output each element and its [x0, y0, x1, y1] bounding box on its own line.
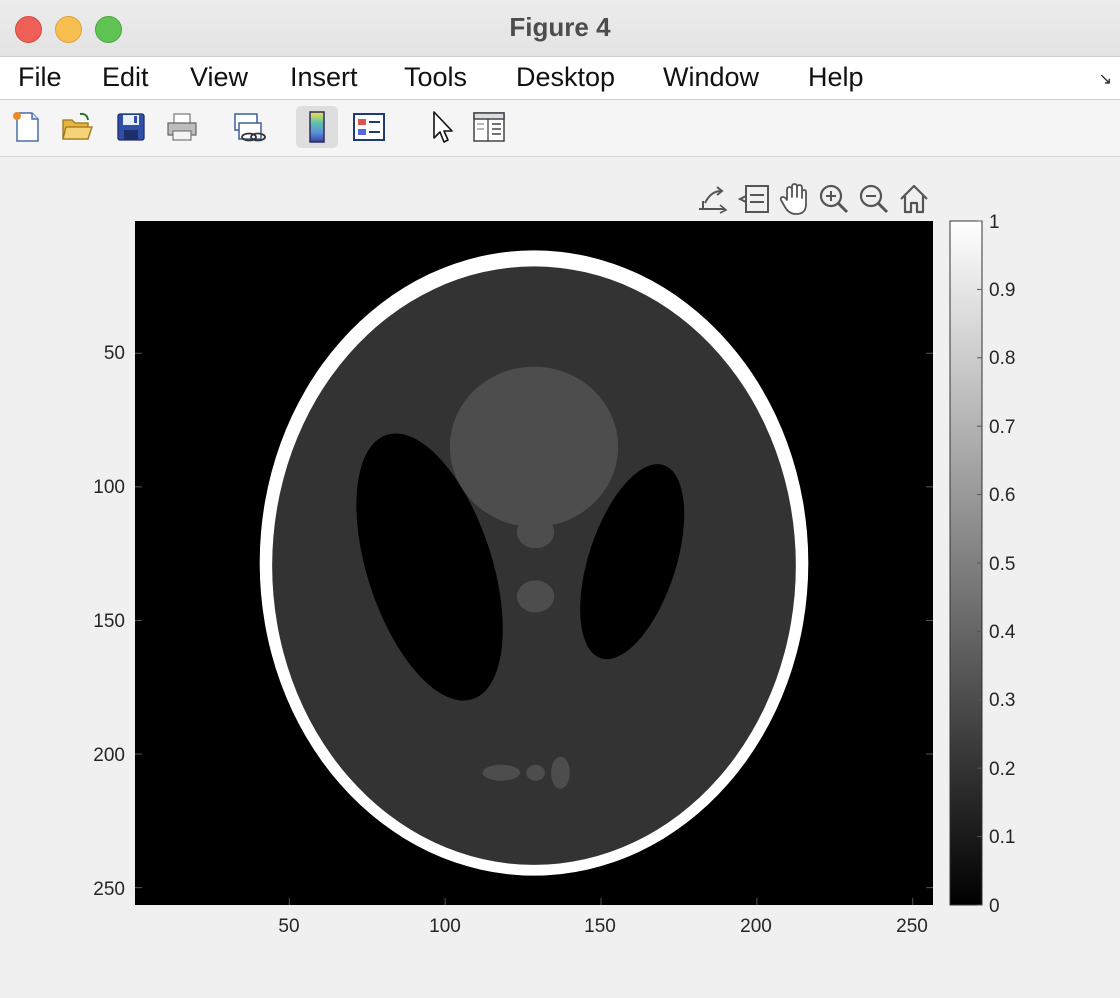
y-tick-label: 200	[93, 745, 125, 766]
colorbar-tick-label: 0.1	[989, 827, 1016, 848]
colorbar-tick-label: 0.9	[989, 280, 1016, 301]
colorbar-tick-label: 0.6	[989, 485, 1016, 506]
phantom-ellipse-6	[516, 580, 555, 613]
figure-canvas	[135, 220, 983, 906]
colorbar-tick-label: 0.4	[989, 622, 1016, 643]
colorbar-tick-label: 0	[989, 896, 1000, 917]
colorbar-tick-label: 0.2	[989, 759, 1016, 780]
colorbar-tick-label: 0.7	[989, 417, 1016, 438]
x-tick-label: 250	[896, 916, 928, 937]
colorbar-tick-label: 0.3	[989, 690, 1016, 711]
colorbar-tick-label: 0.5	[989, 554, 1016, 575]
y-tick-label: 50	[103, 343, 125, 364]
y-tick-label: 150	[93, 611, 125, 632]
phantom-ellipse-9	[551, 756, 570, 789]
x-tick-label: 100	[429, 916, 461, 937]
y-tick-label: 250	[93, 879, 125, 900]
phantom-ellipse-7	[482, 764, 520, 781]
x-tick-label: 50	[278, 916, 300, 937]
colorbar-tick-label: 0.8	[989, 348, 1016, 369]
x-tick-label: 200	[740, 916, 772, 937]
phantom-ellipse-5	[516, 516, 555, 549]
phantom-image	[259, 250, 809, 876]
phantom-ellipse-4	[449, 366, 619, 527]
y-tick-label: 100	[93, 477, 125, 498]
phantom-ellipse-8	[526, 764, 545, 781]
colorbar-tick-label: 1	[989, 212, 1000, 233]
x-tick-label: 150	[584, 916, 616, 937]
